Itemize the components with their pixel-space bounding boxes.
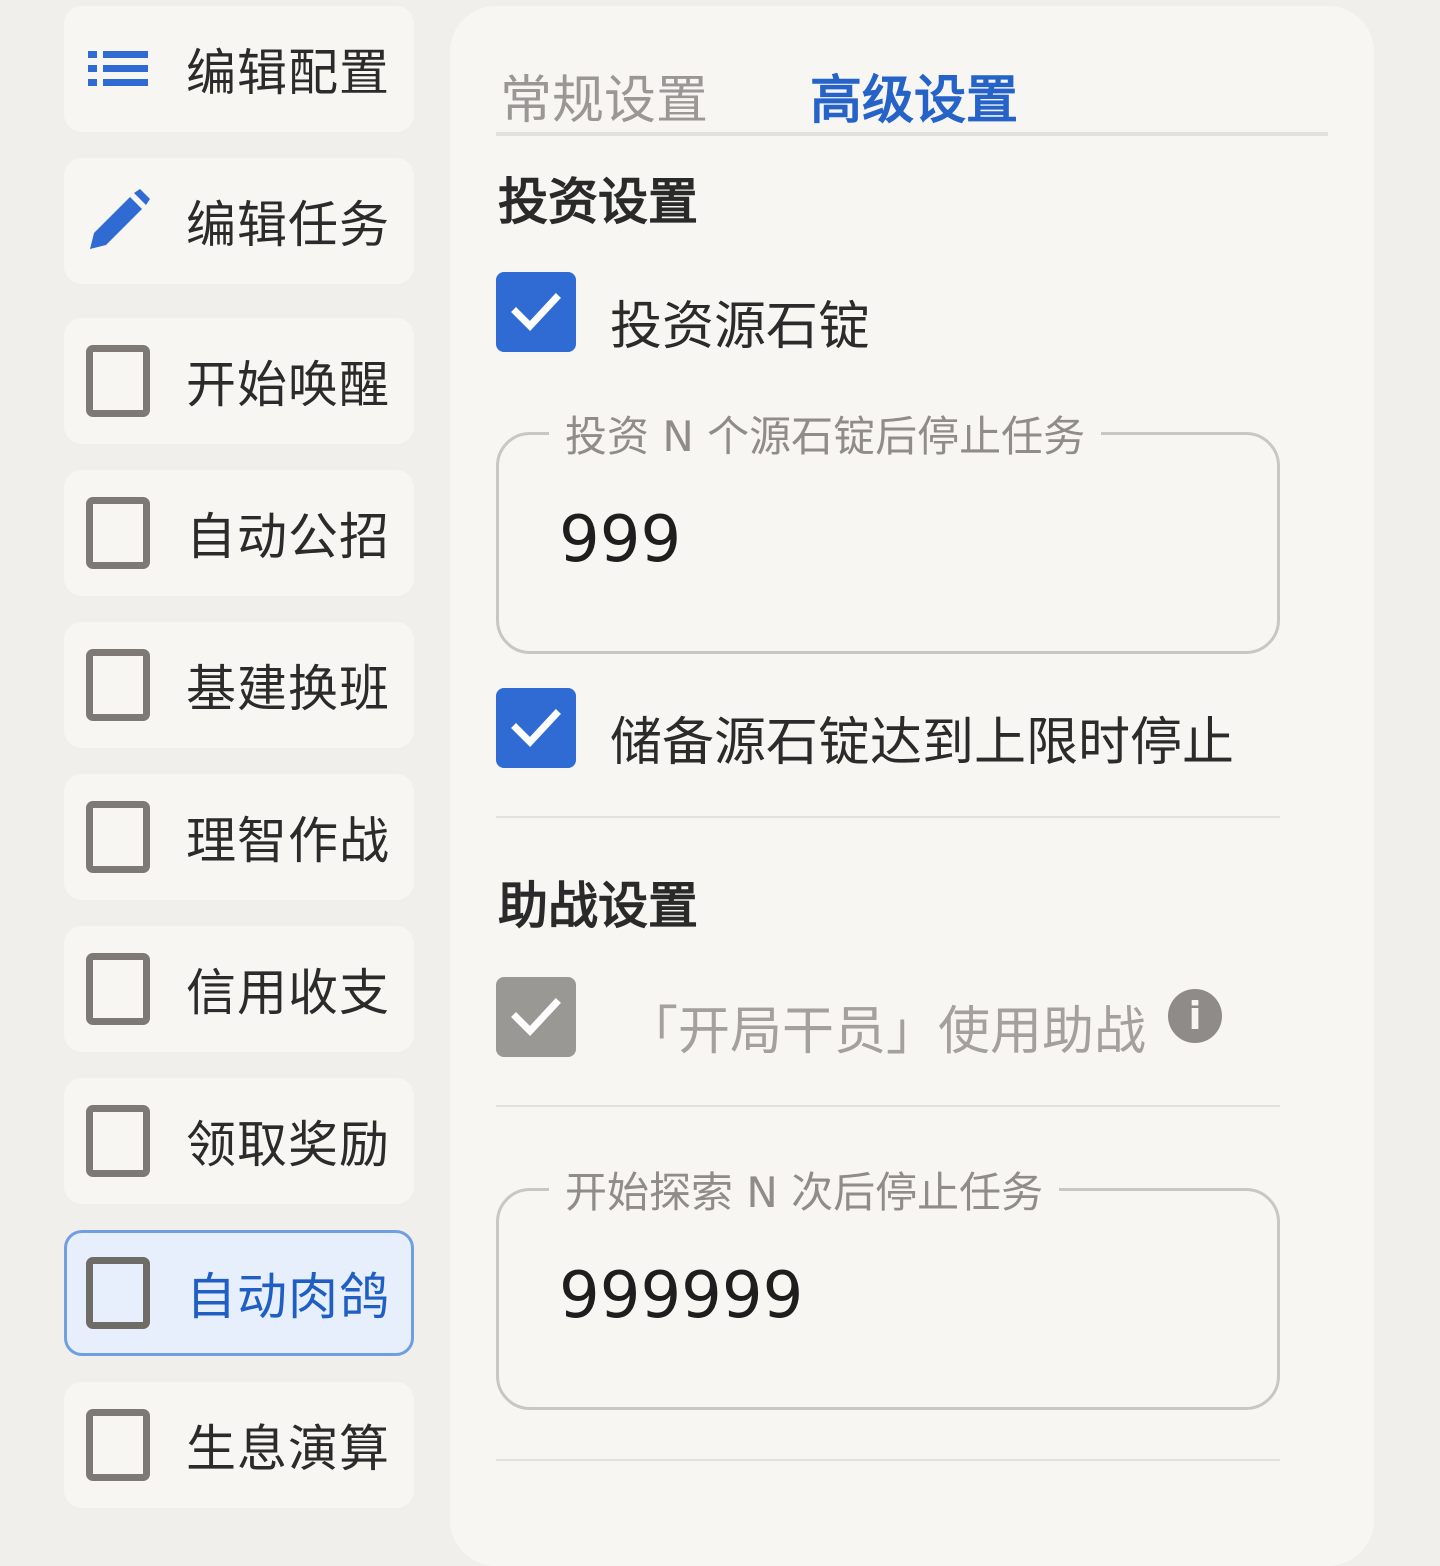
- sidebar-item-reclamation[interactable]: 生息演算: [64, 1382, 414, 1508]
- sidebar-item-label: 理智作战: [186, 812, 390, 870]
- use-support-label: 「开局干员」使用助战: [626, 1002, 1147, 1062]
- invest-stop-field-label: 投资 N 个源石锭后停止任务: [549, 403, 1102, 464]
- sidebar-item-label: 生息演算: [186, 1420, 390, 1478]
- stop-at-limit-checkbox[interactable]: [496, 688, 576, 768]
- sidebar-item-recruit[interactable]: 自动公招: [64, 470, 414, 596]
- checkbox-unchecked[interactable]: [86, 649, 150, 721]
- section-title-invest: 投资设置: [498, 173, 698, 231]
- sidebar-item-label: 基建换班: [186, 660, 390, 718]
- sidebar-item-roguelike[interactable]: 自动肉鸽: [64, 1230, 414, 1356]
- sidebar-item-rewards[interactable]: 领取奖励: [64, 1078, 414, 1204]
- section-divider: [496, 1105, 1280, 1107]
- checkbox-unchecked[interactable]: [86, 801, 150, 873]
- sidebar-item-label: 信用收支: [186, 964, 390, 1022]
- explore-stop-field-label: 开始探索 N 次后停止任务: [549, 1159, 1060, 1220]
- checkbox-unchecked[interactable]: [86, 1257, 150, 1329]
- invest-checkbox[interactable]: [496, 272, 576, 352]
- sidebar-item-edit-tasks[interactable]: 编辑任务: [64, 158, 414, 284]
- sidebar-item-sanity-battle[interactable]: 理智作战: [64, 774, 414, 900]
- invest-stop-input[interactable]: [559, 503, 1219, 577]
- checkbox-unchecked[interactable]: [86, 497, 150, 569]
- pencil-icon: [86, 189, 150, 253]
- info-icon[interactable]: i: [1168, 989, 1222, 1043]
- check-icon: [511, 709, 561, 748]
- checkbox-unchecked[interactable]: [86, 1105, 150, 1177]
- sidebar-item-credit[interactable]: 信用收支: [64, 926, 414, 1052]
- section-divider: [496, 816, 1280, 818]
- list-icon: [86, 37, 150, 101]
- sidebar-item-label: 领取奖励: [186, 1116, 390, 1174]
- check-icon: [511, 293, 561, 332]
- section-title-support: 助战设置: [498, 877, 698, 935]
- sidebar-item-label: 开始唤醒: [186, 356, 390, 414]
- stop-at-limit-label: 储备源石锭达到上限时停止: [610, 713, 1235, 773]
- invest-checkbox-label: 投资源石锭: [610, 297, 871, 357]
- checkbox-unchecked[interactable]: [86, 345, 150, 417]
- checkbox-unchecked[interactable]: [86, 953, 150, 1025]
- sidebar-item-label: 编辑配置: [186, 44, 390, 102]
- section-divider: [496, 1459, 1280, 1461]
- check-icon: [511, 998, 561, 1037]
- sidebar-item-label: 编辑任务: [186, 196, 390, 254]
- settings-panel: 常规设置 高级设置 投资设置 投资源石锭 投资 N 个源石锭后停止任务 储备源石…: [450, 6, 1374, 1566]
- explore-stop-field[interactable]: 开始探索 N 次后停止任务: [496, 1159, 1280, 1410]
- use-support-checkbox[interactable]: [496, 977, 576, 1057]
- tab-normal-settings[interactable]: 常规设置: [500, 58, 708, 133]
- tab-advanced-settings[interactable]: 高级设置: [810, 58, 1018, 133]
- sidebar-item-start-wakeup[interactable]: 开始唤醒: [64, 318, 414, 444]
- sidebar-item-label: 自动肉鸽: [186, 1268, 390, 1326]
- explore-stop-input[interactable]: [559, 1259, 1219, 1333]
- sidebar-item-label: 自动公招: [186, 508, 390, 566]
- checkbox-unchecked[interactable]: [86, 1409, 150, 1481]
- tab-divider: [496, 132, 1328, 136]
- sidebar-item-base-shift[interactable]: 基建换班: [64, 622, 414, 748]
- invest-stop-field[interactable]: 投资 N 个源石锭后停止任务: [496, 403, 1280, 654]
- sidebar-item-edit-config[interactable]: 编辑配置: [64, 6, 414, 132]
